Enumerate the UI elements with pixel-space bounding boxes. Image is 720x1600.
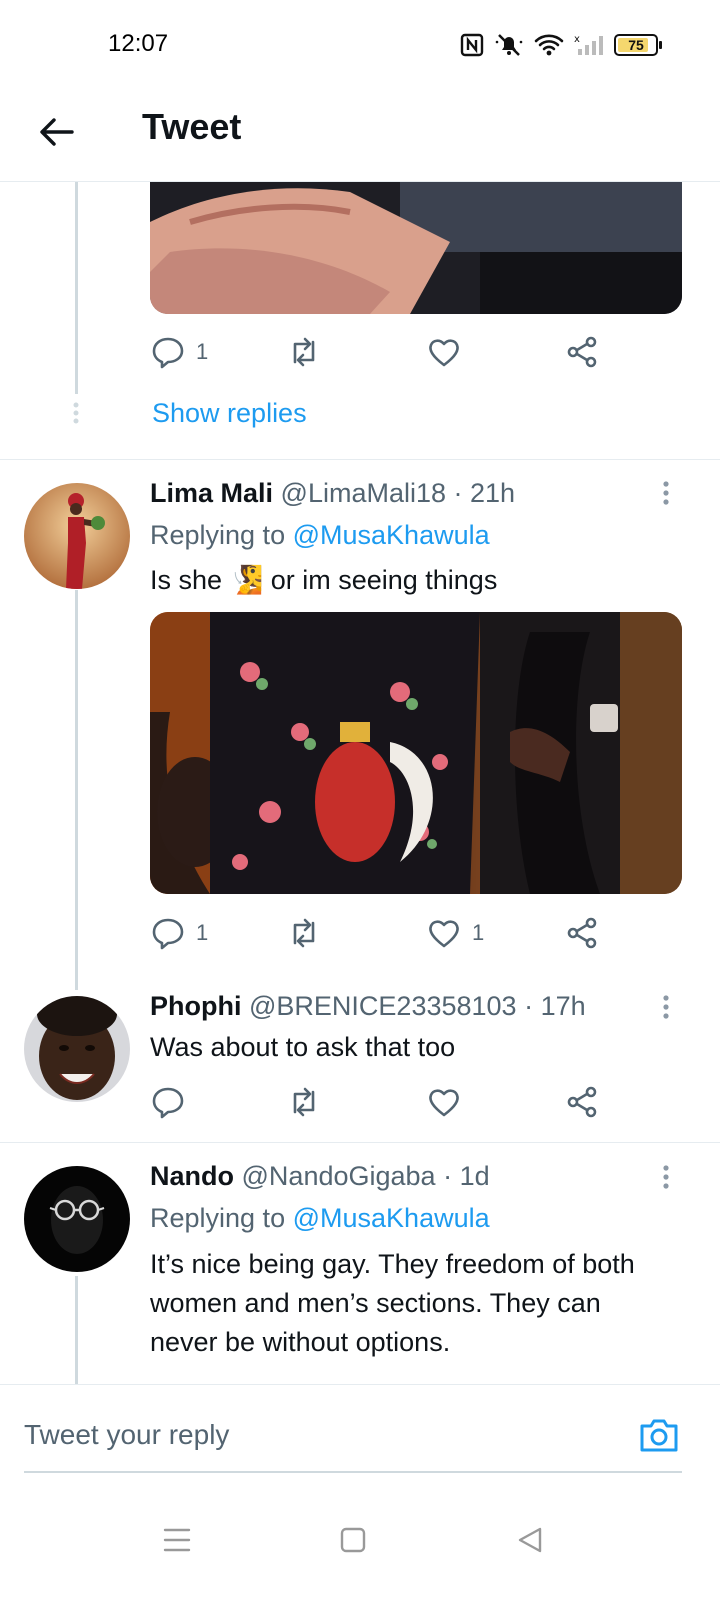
reply-count: 1: [196, 339, 209, 364]
reply-icon: [152, 918, 184, 950]
status-bar: 12:07 x 75: [0, 0, 720, 90]
deaf-person-emoji: 🧏: [229, 565, 264, 596]
retweet-icon: [293, 918, 315, 948]
like-button[interactable]: [426, 1084, 462, 1120]
thread-dots-icon: [73, 402, 79, 424]
reply-button[interactable]: 1: [150, 915, 208, 951]
tweet-time: · 21h: [453, 478, 516, 508]
svg-text:x: x: [574, 34, 580, 45]
user-handle[interactable]: @BRENICE23358103: [249, 991, 517, 1021]
tweet2-text: Was about to ask that too: [150, 1032, 456, 1062]
thread-line: [75, 1276, 78, 1384]
replying-handle-link[interactable]: @MusaKhawula: [293, 520, 490, 550]
system-nav-bar: [0, 1490, 720, 1600]
tweet-text-line: It’s nice being gay. They freedom of bot…: [150, 1249, 635, 1279]
tweet-media-image[interactable]: [150, 182, 682, 314]
divider: [0, 459, 720, 460]
like-icon: [429, 920, 459, 948]
more-icon[interactable]: [660, 1164, 672, 1194]
thread-line: [75, 182, 78, 394]
status-time: 12:07: [108, 30, 169, 57]
tweet-media-image[interactable]: [150, 612, 682, 894]
like-button[interactable]: 1: [426, 915, 484, 951]
wifi-icon: [534, 34, 564, 56]
share-icon: [567, 336, 597, 368]
more-icon[interactable]: [660, 994, 672, 1024]
battery-level: 75: [628, 37, 644, 53]
tweet1-header: Lima Mali @LimaMali18 · 21h: [150, 478, 515, 509]
retweet-button[interactable]: [286, 1084, 322, 1120]
tweet1-text: Is she 🧏 or im seeing things: [150, 561, 497, 600]
replying-handle-link[interactable]: @MusaKhawula: [293, 1203, 490, 1233]
mute-bell-icon: [495, 34, 523, 56]
replying-prefix: Replying to: [150, 1203, 286, 1233]
share-button[interactable]: [564, 334, 600, 370]
tweet-text-part: or im seeing things: [270, 565, 498, 595]
tweet3-text: It’s nice being gay. They freedom of bot…: [150, 1245, 635, 1362]
reply-composer: Tweet your reply: [0, 1384, 720, 1484]
reply-button[interactable]: 1: [150, 334, 208, 370]
share-button[interactable]: [564, 915, 600, 951]
share-icon: [567, 917, 597, 949]
show-replies-link[interactable]: Show replies: [152, 398, 307, 429]
tweet3-header: Nando @NandoGigaba · 1d: [150, 1161, 490, 1192]
input-underline: [24, 1471, 682, 1473]
like-icon: [429, 1089, 459, 1117]
thread-line: [75, 590, 78, 990]
retweet-icon: [293, 1087, 315, 1117]
signal-icon: x: [574, 34, 603, 55]
share-button[interactable]: [564, 1084, 600, 1120]
replying-prefix: Replying to: [150, 520, 286, 550]
reply-icon: [152, 337, 184, 369]
like-icon: [429, 339, 459, 367]
replying-to: Replying to @MusaKhawula: [150, 520, 490, 551]
status-icons: x 75: [460, 30, 662, 60]
divider: [0, 1142, 720, 1143]
more-icon[interactable]: [660, 480, 672, 510]
display-name[interactable]: Phophi: [150, 991, 241, 1021]
page-title: Tweet: [142, 106, 242, 147]
like-button[interactable]: [426, 334, 462, 370]
back-arrow-icon[interactable]: [36, 112, 76, 152]
tweet0-actions: 1: [150, 334, 610, 374]
retweet-button[interactable]: [286, 915, 322, 951]
battery-indicator: 75: [614, 34, 662, 56]
camera-icon[interactable]: [637, 1413, 681, 1457]
user-handle[interactable]: @LimaMali18: [281, 478, 446, 508]
nfc-icon: [460, 33, 484, 57]
reply-input[interactable]: Tweet your reply: [24, 1419, 229, 1451]
like-count: 1: [472, 920, 485, 945]
reply-icon: [152, 1087, 184, 1119]
top-app-bar: Tweet: [0, 90, 720, 182]
tweet2-actions: [150, 1084, 610, 1124]
home-square-icon[interactable]: [333, 1520, 373, 1560]
tweet1-actions: 1 1: [150, 915, 610, 955]
tweet-text-line: women and men’s sections. They can: [150, 1288, 601, 1318]
tweet2-header: Phophi @BRENICE23358103 · 17h: [150, 991, 586, 1022]
avatar-nando[interactable]: [24, 1166, 130, 1272]
user-handle[interactable]: @NandoGigaba: [242, 1161, 436, 1191]
share-icon: [567, 1086, 597, 1118]
tweet-text-part: Is she: [150, 565, 223, 595]
reply-button[interactable]: [150, 1084, 186, 1120]
display-name[interactable]: Nando: [150, 1161, 234, 1191]
retweet-button[interactable]: [286, 334, 322, 370]
menu-icon[interactable]: [157, 1520, 197, 1560]
reply-count: 1: [196, 920, 209, 945]
tweet-time: · 17h: [524, 991, 586, 1021]
tweet-text-line: never be without options.: [150, 1327, 451, 1357]
back-triangle-icon[interactable]: [510, 1520, 550, 1560]
avatar-lima-mali[interactable]: [24, 483, 130, 589]
retweet-icon: [293, 337, 315, 367]
tweet-time: · 1d: [443, 1161, 490, 1191]
display-name[interactable]: Lima Mali: [150, 478, 273, 508]
avatar-phophi[interactable]: [24, 996, 130, 1102]
replying-to: Replying to @MusaKhawula: [150, 1203, 490, 1234]
